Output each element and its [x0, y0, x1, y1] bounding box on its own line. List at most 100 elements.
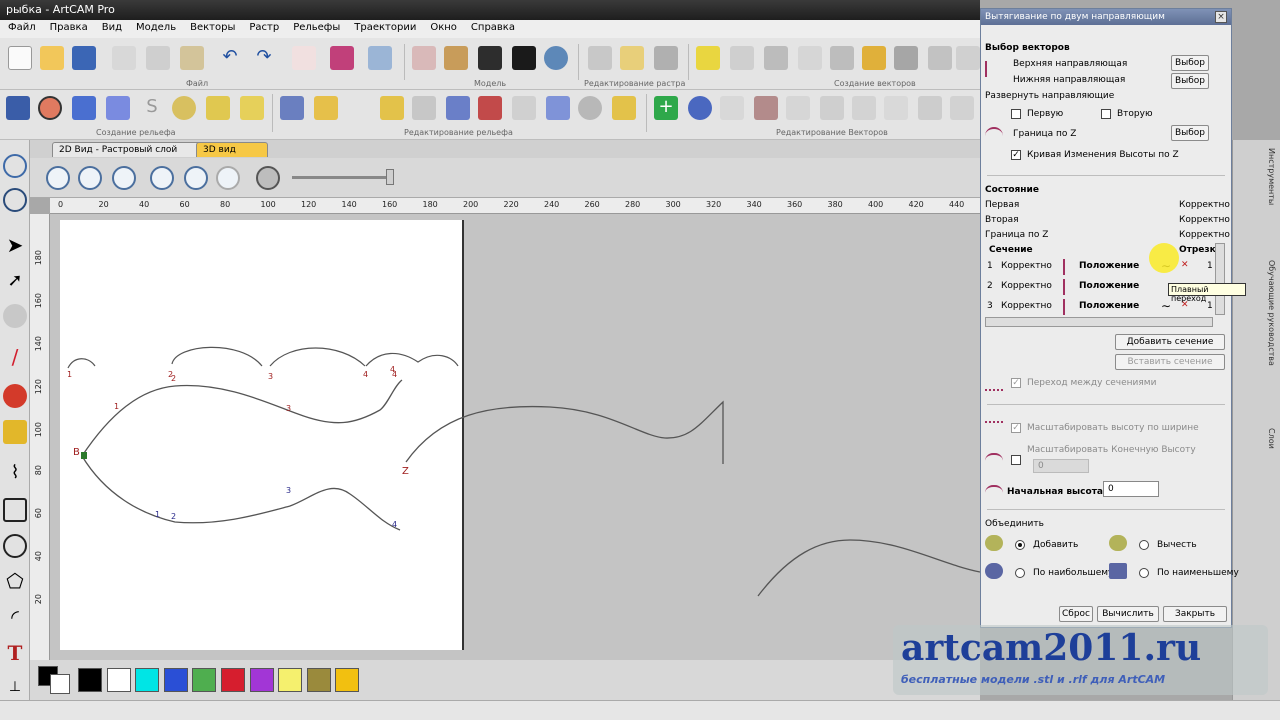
vector-edit-icon-10[interactable] — [950, 96, 974, 120]
vector-edit-icon-6[interactable] — [820, 96, 844, 120]
pencil-icon[interactable]: / — [3, 346, 27, 370]
text-icon[interactable]: T — [3, 642, 27, 666]
undo-icon[interactable]: ↶ — [218, 46, 242, 70]
select-lower-guide-button[interactable]: Выбор — [1171, 73, 1209, 89]
transform-icon[interactable] — [3, 304, 27, 328]
relief-edit-icon-4[interactable] — [412, 96, 436, 120]
polygon-icon[interactable]: ⬠ — [3, 570, 27, 594]
redo-icon[interactable]: ↷ — [252, 46, 276, 70]
reverse-first-checkbox[interactable] — [1011, 109, 1021, 119]
scale-height-checkbox[interactable]: ✓ — [1011, 423, 1021, 433]
vector-icon-5[interactable] — [830, 46, 854, 70]
insert-section-button[interactable]: Вставить сечение — [1115, 354, 1225, 370]
model-size-icon[interactable] — [292, 46, 316, 70]
relief-icon-7[interactable] — [206, 96, 230, 120]
zoom-out-icon[interactable] — [78, 166, 102, 190]
zoom-box-icon[interactable] — [3, 154, 27, 178]
palette-colour-swatch[interactable] — [192, 668, 217, 692]
scale-final-input[interactable]: 0 — [1033, 459, 1089, 473]
relief-edit-icon-10[interactable] — [612, 96, 636, 120]
vector-icon-2[interactable] — [730, 46, 754, 70]
vector-edit-icon-8[interactable] — [884, 96, 908, 120]
relief-icon-3[interactable] — [72, 96, 96, 120]
model-icon-5[interactable] — [512, 46, 536, 70]
secondary-colour-swatch[interactable] — [50, 674, 70, 694]
panel-close-icon[interactable]: × — [1215, 11, 1227, 23]
paste-icon[interactable] — [180, 46, 204, 70]
rectangle-icon[interactable] — [3, 498, 27, 522]
relief-icon-8[interactable] — [240, 96, 264, 120]
section-position[interactable]: Положение — [1079, 261, 1139, 271]
height-curve-checkbox[interactable]: ✓ — [1011, 150, 1021, 160]
relief-icon-4[interactable] — [106, 96, 130, 120]
relief-edit-icon-9[interactable] — [578, 96, 602, 120]
relief-edit-icon-6[interactable] — [478, 96, 502, 120]
menu-edit[interactable]: Правка — [50, 22, 88, 36]
combine-subtract-radio[interactable] — [1139, 540, 1149, 550]
vector-edit-icon-7[interactable] — [852, 96, 876, 120]
section-position[interactable]: Положение — [1079, 281, 1139, 291]
palette-colour-swatch[interactable] — [221, 668, 245, 692]
menu-vectors[interactable]: Векторы — [190, 22, 235, 36]
select-z-boundary-button[interactable]: Выбор — [1171, 125, 1209, 141]
drawing-canvas[interactable]: B Z 1 2 3 4 1 2 3 4 1 2 3 4 4 — [50, 214, 980, 664]
vector-icon-9[interactable] — [956, 46, 980, 70]
save-file-icon[interactable] — [72, 46, 96, 70]
tab-tutorials-vertical[interactable]: Обучающие руководства — [1267, 260, 1276, 366]
palette-colour-swatch[interactable] — [163, 668, 188, 692]
copy-icon[interactable] — [146, 46, 170, 70]
palette-colour-swatch[interactable] — [106, 668, 131, 692]
palette-colour-swatch[interactable] — [249, 668, 274, 692]
palette-colour-swatch[interactable] — [335, 668, 360, 692]
palette-colour-swatch[interactable] — [135, 668, 160, 692]
model-icon-6[interactable] — [544, 46, 568, 70]
book-icon[interactable] — [330, 46, 354, 70]
section-position[interactable]: Положение — [1079, 301, 1139, 311]
raster-icon-1[interactable] — [588, 46, 612, 70]
start-height-input[interactable]: 0 — [1103, 481, 1159, 497]
align-icon[interactable]: ⊥ — [3, 676, 27, 700]
zoom-selection-icon[interactable] — [184, 166, 208, 190]
close-panel-button[interactable]: Закрыть — [1163, 606, 1227, 622]
open-file-icon[interactable] — [40, 46, 64, 70]
scale-final-checkbox[interactable] — [1011, 455, 1021, 465]
menu-model[interactable]: Модель — [136, 22, 176, 36]
contrast-slider-thumb[interactable] — [386, 169, 394, 185]
relief-icon-6[interactable] — [172, 96, 196, 120]
transition-checkbox[interactable]: ✓ — [1011, 378, 1021, 388]
add-section-button[interactable]: Добавить сечение — [1115, 334, 1225, 350]
zoom-fit-icon[interactable] — [150, 166, 174, 190]
cut-icon[interactable] — [112, 46, 136, 70]
menu-view[interactable]: Вид — [102, 22, 122, 36]
globe-icon[interactable] — [3, 188, 27, 212]
palette-colour-swatch[interactable] — [78, 668, 102, 692]
polyline-icon[interactable]: ⌇ — [3, 462, 27, 486]
calculate-button[interactable]: Вычислить — [1097, 606, 1159, 622]
vector-icon-8[interactable] — [928, 46, 952, 70]
reverse-second-checkbox[interactable] — [1101, 109, 1111, 119]
palette-colour-swatch[interactable] — [278, 668, 303, 692]
vector-icon-4[interactable] — [798, 46, 822, 70]
vector-icon-1[interactable] — [696, 46, 720, 70]
smooth-transition-icon[interactable]: ∼ — [1161, 299, 1171, 313]
vector-icon-7[interactable] — [894, 46, 918, 70]
combine-lowest-radio[interactable] — [1139, 568, 1149, 578]
vector-icon-6[interactable] — [862, 46, 886, 70]
zoom-previous-icon[interactable] — [112, 166, 136, 190]
model-icon-3[interactable] — [444, 46, 468, 70]
model-icon-4[interactable] — [478, 46, 502, 70]
vector-edit-icon-9[interactable] — [918, 96, 942, 120]
relief-edit-icon-3[interactable] — [380, 96, 404, 120]
tab-layers-vertical[interactable]: Слои — [1267, 428, 1276, 449]
arc-icon[interactable]: ◜ — [3, 606, 27, 630]
reset-button[interactable]: Сброс — [1059, 606, 1093, 622]
eraser-icon[interactable] — [3, 420, 27, 444]
menu-file[interactable]: Файл — [8, 22, 36, 36]
menu-window[interactable]: Окно — [430, 22, 457, 36]
relief-icon-1[interactable] — [6, 96, 30, 120]
relief-icon-5[interactable]: S — [140, 96, 164, 120]
tab-tools-vertical[interactable]: Инструменты — [1267, 148, 1276, 205]
gear-icon[interactable] — [256, 166, 280, 190]
raster-icon-3[interactable] — [654, 46, 678, 70]
delete-section-icon[interactable]: ✕ — [1181, 260, 1189, 270]
